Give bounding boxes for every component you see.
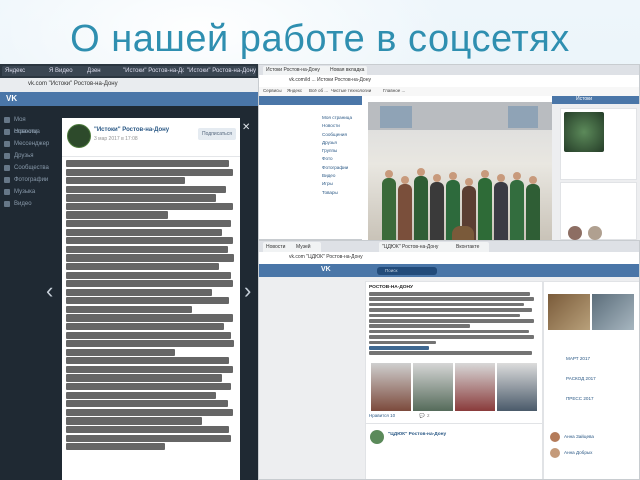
- browser-tabbar: Новости Музей "ЦДЮК" Ростов-на-Дону Вкон…: [259, 241, 639, 252]
- browser-tab[interactable]: Яндекс: [2, 66, 48, 76]
- post-text-block: [66, 160, 236, 480]
- browser-tab[interactable]: Новая вкладка: [327, 66, 367, 75]
- album-thumbnail[interactable]: [592, 294, 634, 330]
- browser-tab-active[interactable]: "ЦДЮК" Ростов-на-Дону: [379, 242, 455, 252]
- avatar[interactable]: [588, 226, 602, 240]
- bookmark-item[interactable]: Чистые технологии: [331, 88, 371, 93]
- vk-logo[interactable]: VK: [6, 94, 17, 103]
- comment-icon[interactable]: 💬: [419, 413, 425, 419]
- vk-sidebar: [259, 277, 363, 479]
- screenshot-vk-feed: Новости Музей "ЦДЮК" Ростов-на-Дону Вкон…: [258, 240, 640, 480]
- group-photo[interactable]: [368, 102, 552, 240]
- sidebar-item[interactable]: Мессенджер: [4, 138, 52, 150]
- bookmark-item[interactable]: Сервисы: [263, 88, 282, 93]
- browser-tab-active[interactable]: "Истоки" Ростов-на-Дону: [120, 66, 186, 76]
- photo-thumbnail[interactable]: [564, 112, 604, 152]
- avatar[interactable]: [550, 448, 560, 458]
- album-thumbnail[interactable]: [548, 294, 590, 330]
- close-icon[interactable]: ✕: [242, 122, 250, 133]
- post-heading: РОСТОВ-НА-ДОНУ: [369, 285, 413, 290]
- post-author[interactable]: "ЦДЮК" Ростов-на-Дону: [388, 432, 446, 437]
- address-text: vk.com "ЦДЮК" Ростов-на-Дону: [289, 254, 363, 260]
- person-name[interactable]: Анна Зайцева: [564, 434, 594, 439]
- sidebar-item[interactable]: Фотографии: [4, 174, 52, 186]
- bookmark-item[interactable]: Всё об ...: [309, 88, 328, 93]
- right-item[interactable]: ПРЕСС 2017: [566, 396, 594, 401]
- browser-tab[interactable]: Дзен: [84, 66, 122, 76]
- browser-tab[interactable]: Вконтакте: [453, 242, 489, 252]
- avatar[interactable]: [550, 432, 560, 442]
- sidebar-item[interactable]: Видео: [4, 198, 52, 210]
- person-name[interactable]: Анна Добрых: [564, 450, 592, 455]
- chevron-right-icon[interactable]: ›: [244, 278, 251, 304]
- browser-tab[interactable]: Музей: [293, 242, 321, 252]
- chevron-left-icon[interactable]: ‹: [46, 278, 53, 304]
- address-text: vk.com "Истоки" Ростов-на-Дону: [28, 81, 118, 87]
- browser-tabbar: Яндекс Я Видео Дзен "Истоки" Ростов-на-Д…: [0, 64, 258, 78]
- sidebar-item[interactable]: Моя страница: [4, 114, 52, 135]
- browser-tab[interactable]: Я Видео: [46, 66, 86, 76]
- bookmark-item[interactable]: Яндекс: [287, 88, 302, 93]
- header-username[interactable]: Истоки: [576, 96, 592, 102]
- sidebar-item[interactable]: Музыка: [4, 186, 52, 198]
- browser-tab[interactable]: "Истоки" Ростов-на-Дону: [184, 66, 256, 76]
- vk-sidebar: Моя страница Новости Мессенджер Друзья С…: [4, 114, 52, 210]
- like-button[interactable]: Нравится 10: [369, 413, 395, 418]
- address-bar[interactable]: vk.com "Истоки" Ростов-на-Дону: [0, 78, 258, 92]
- search-placeholder: Поиск: [385, 268, 398, 273]
- post-photo[interactable]: [497, 363, 537, 411]
- address-text: vk.com/id ... Истоки Ростов-на-Дону: [289, 77, 371, 83]
- right-item[interactable]: РАСКОД 2017: [566, 376, 596, 381]
- post-date[interactable]: 3 мар 2017 в 17:08: [94, 136, 138, 142]
- comment-count: 2: [427, 413, 430, 418]
- avatar[interactable]: [568, 226, 582, 240]
- post-photo[interactable]: [371, 363, 411, 411]
- vk-logo[interactable]: VK: [321, 266, 331, 273]
- browser-tabbar: Истоки Ростов-на-Дону Новая вкладка: [259, 65, 639, 75]
- post-author[interactable]: "Истоки" Ростов-на-Дону: [94, 127, 169, 133]
- vk-header: VK: [259, 264, 639, 277]
- post-photo[interactable]: [413, 363, 453, 411]
- post-text-block: РОСТОВ-НА-ДОНУ: [369, 285, 537, 357]
- search-input[interactable]: Поиск: [377, 267, 437, 275]
- bookmark-item[interactable]: Главное ...: [383, 88, 405, 93]
- avatar[interactable]: [370, 430, 384, 444]
- browser-tab-active[interactable]: Истоки Ростов-на-Дону: [263, 66, 329, 75]
- post-photo[interactable]: [455, 363, 495, 411]
- slide-title: О нашей работе в соцсетях: [70, 18, 570, 60]
- browser-tab[interactable]: Новости: [263, 242, 295, 252]
- post-actions: Нравится 10 💬 2: [369, 413, 537, 421]
- right-panel: МАРТ 2017 РАСКОД 2017 ПРЕСС 2017 Анна За…: [543, 281, 639, 479]
- right-item[interactable]: МАРТ 2017: [566, 356, 590, 361]
- sidebar-item[interactable]: Новости: [4, 126, 52, 138]
- subscribe-button[interactable]: Подписаться: [198, 128, 236, 140]
- post-card: "ЦДЮК" Ростов-на-Дону: [365, 423, 543, 479]
- sidebar-item[interactable]: Друзья: [4, 150, 52, 162]
- vk-header: VK: [0, 92, 258, 106]
- avatar[interactable]: [67, 124, 91, 148]
- sidebar-item[interactable]: Сообщества: [4, 162, 52, 174]
